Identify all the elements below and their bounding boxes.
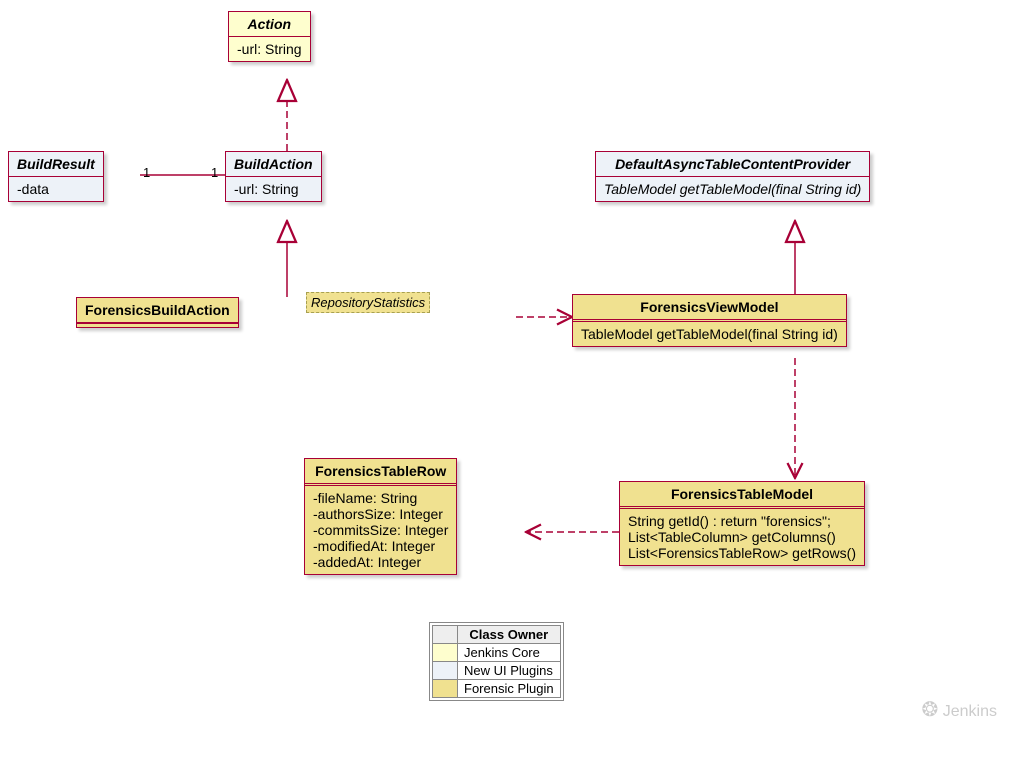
class-title: Action bbox=[229, 12, 310, 37]
class-title: ForensicsTableRow bbox=[305, 459, 456, 486]
multiplicity-right: 1 bbox=[211, 165, 218, 180]
legend-swatch bbox=[433, 644, 458, 662]
legend-label: Forensic Plugin bbox=[458, 680, 561, 698]
class-forensicsbuildaction: ForensicsBuildAction bbox=[76, 297, 239, 328]
class-attr: -url: String bbox=[226, 177, 321, 201]
class-tablemodel: ForensicsTableModel String getId() : ret… bbox=[619, 481, 865, 566]
legend: Class Owner Jenkins Core New UI Plugins … bbox=[429, 622, 564, 701]
legend-swatch bbox=[433, 680, 458, 698]
legend-label: Jenkins Core bbox=[458, 644, 561, 662]
class-attrs: -fileName: String -authorsSize: Integer … bbox=[305, 486, 456, 574]
class-buildaction: BuildAction -url: String bbox=[225, 151, 322, 202]
legend-label: New UI Plugins bbox=[458, 662, 561, 680]
class-methods: String getId() : return "forensics"; Lis… bbox=[620, 509, 864, 565]
class-viewmodel: ForensicsViewModel TableModel getTableMo… bbox=[572, 294, 847, 347]
tag-repositorystatistics: RepositoryStatistics bbox=[306, 292, 430, 313]
class-attr: -data bbox=[9, 177, 103, 201]
class-provider: DefaultAsyncTableContentProvider TableMo… bbox=[595, 151, 870, 202]
class-attr: -url: String bbox=[229, 37, 310, 61]
class-title: ForensicsBuildAction bbox=[77, 298, 238, 323]
class-tablerow: ForensicsTableRow -fileName: String -aut… bbox=[304, 458, 457, 575]
class-title: ForensicsTableModel bbox=[620, 482, 864, 509]
class-title: BuildAction bbox=[226, 152, 321, 177]
class-method: TableModel getTableModel(final String id… bbox=[596, 177, 869, 201]
class-action: Action -url: String bbox=[228, 11, 311, 62]
class-title: DefaultAsyncTableContentProvider bbox=[596, 152, 869, 177]
class-buildresult: BuildResult -data bbox=[8, 151, 104, 202]
multiplicity-left: 1 bbox=[143, 165, 150, 180]
class-title: BuildResult bbox=[9, 152, 103, 177]
class-title: ForensicsViewModel bbox=[573, 295, 846, 322]
watermark: ❂ Jenkins bbox=[922, 697, 997, 722]
legend-title: Class Owner bbox=[458, 626, 561, 644]
legend-swatch bbox=[433, 662, 458, 680]
class-method: TableModel getTableModel(final String id… bbox=[573, 322, 846, 346]
